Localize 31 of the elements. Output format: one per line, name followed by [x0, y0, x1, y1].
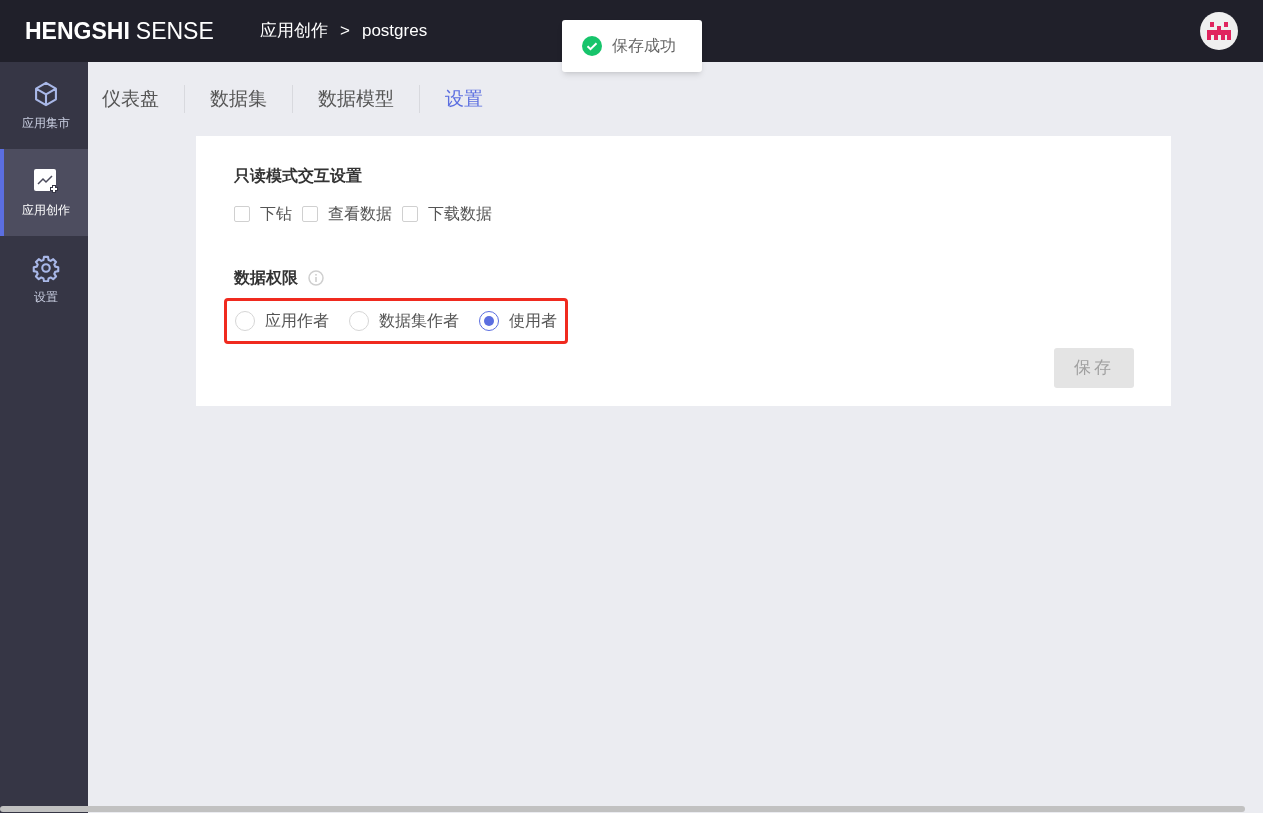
logo-bold-text: HENGSHI [25, 16, 130, 46]
toast-message: 保存成功 [612, 36, 676, 56]
checkbox-label: 查看数据 [328, 204, 392, 224]
section-title: 只读模式交互设置 [234, 166, 363, 186]
radio-label: 使用者 [509, 311, 557, 331]
nav-tab[interactable]: 数据模型 [293, 84, 419, 114]
radio-label: 数据集作者 [379, 311, 459, 331]
breadcrumb-link[interactable]: 应用创作 [260, 18, 328, 44]
breadcrumb-current: postgres [361, 20, 428, 43]
checkbox[interactable] [234, 206, 250, 222]
user-avatar[interactable] [1200, 12, 1238, 50]
nav-tab[interactable]: 仪表盘 [102, 84, 184, 114]
breadcrumb-separator: > [340, 20, 350, 43]
settings-icon [32, 253, 60, 282]
checkbox-label: 下钻 [260, 204, 292, 224]
sidebar-item[interactable]: 应用集市 [0, 62, 88, 149]
nav-tab[interactable]: 数据集 [185, 84, 292, 114]
checkbox-label: 下载数据 [428, 204, 492, 224]
chart-add-icon [32, 166, 60, 195]
section-title: 数据权限 [234, 268, 298, 288]
nav-tab[interactable]: 设置 [420, 84, 508, 114]
info-icon[interactable] [308, 270, 324, 286]
sidebar-item[interactable]: 应用创作 [0, 149, 88, 236]
radio-label: 应用作者 [265, 311, 329, 331]
checkbox[interactable] [402, 206, 418, 222]
sidebar-item[interactable]: 设置 [0, 236, 88, 323]
logo-light-text: SENSE [135, 16, 214, 46]
cube-icon [32, 79, 60, 108]
checkbox[interactable] [302, 206, 318, 222]
avatar-pattern-icon [1207, 21, 1231, 41]
success-check-icon [582, 36, 602, 56]
